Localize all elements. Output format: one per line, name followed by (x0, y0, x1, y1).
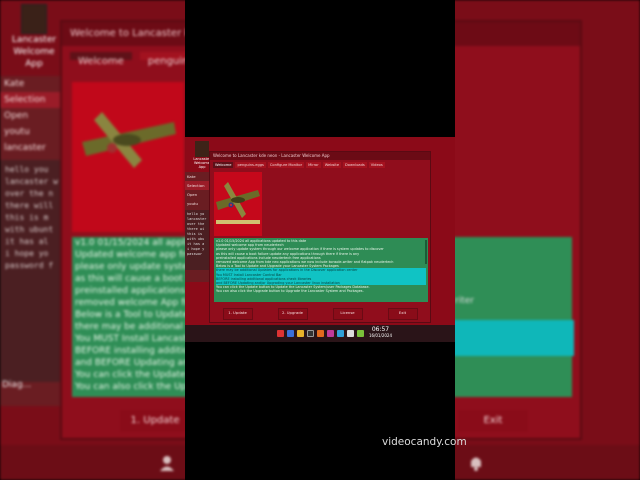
tab-mirror[interactable]: Mirror (306, 162, 321, 168)
user-icon (160, 456, 174, 471)
tab-configure-monitor[interactable]: Configure Monitor (267, 162, 305, 168)
bg-desktop-icon: Lancaster Welcome App (8, 0, 60, 78)
bg-terminal-line: hello you (5, 165, 49, 174)
app-icon[interactable] (326, 330, 334, 337)
app-launcher-icon (195, 141, 209, 157)
app-icon[interactable] (356, 330, 364, 337)
home-icon[interactable] (276, 330, 284, 337)
update-button[interactable]: 1. Update (222, 308, 253, 320)
bg-terminal-line: this is m (5, 213, 49, 222)
bg-fm-item: Selection (0, 92, 60, 108)
tab-penguins-eggs[interactable]: penguins-eggs (235, 162, 266, 168)
tab-videos[interactable]: Videos (368, 162, 385, 168)
bg-fm-item: Open (4, 111, 29, 121)
bg-terminal-line: there will (5, 201, 54, 210)
bg-exit-button: Exit (458, 410, 528, 432)
bg-update-button: 1. Update (120, 410, 190, 432)
clock-date: 16/01/2024 (368, 333, 392, 338)
bell-icon (471, 457, 481, 471)
bg-terminal-line: i hope yo (5, 249, 49, 258)
app-launcher-icon[interactable] (286, 330, 294, 337)
bg-fm-item: youtu (4, 127, 30, 137)
fm-item[interactable]: Selection (185, 181, 209, 190)
exit-button[interactable]: Exit (387, 308, 418, 320)
bg-side-label: Diag... (2, 380, 32, 390)
button-bar: 1. Update 2. Upgrade License Exit (210, 308, 430, 320)
fm-item[interactable]: Open (185, 190, 209, 199)
bg-right-label: riter (455, 296, 474, 306)
bg-plane-image (72, 82, 184, 232)
welcome-window: Welcome to Lancaster kde neon - Lancaste… (209, 151, 431, 323)
bg-terminal-line: lancaster w (5, 177, 58, 186)
tab-bar: Welcome penguins-eggs Configure Monitor Mir… (210, 160, 430, 170)
plane-artwork (216, 182, 260, 224)
clock-time: 06:57 (371, 326, 390, 333)
scrollbar[interactable] (425, 240, 427, 264)
fm-user: Kate (187, 174, 196, 179)
changelog-text: v1.0 01/15/2024 all applications updated… (214, 238, 428, 302)
screen-recording: Lancaster Welcome App Kate Selection Ope… (185, 0, 455, 480)
bg-fm-user: Kate (4, 79, 25, 89)
desktop: Lancaster Welcome App Kate Selection Ope… (185, 137, 455, 342)
taskbar (185, 325, 455, 342)
bg-terminal-line: password f (5, 261, 54, 270)
bg-terminal-line: over the n (5, 189, 54, 198)
bg-desktop-icon-label: Lancaster Welcome App (11, 35, 57, 69)
text-line: You can also click the Upgrade button to… (216, 289, 364, 294)
tab-downloads[interactable]: Downloads (343, 162, 367, 168)
app-icon[interactable] (336, 330, 344, 337)
tab-website[interactable]: Website (322, 162, 342, 168)
upgrade-button[interactable]: 2. Upgrade (277, 308, 308, 320)
fm-item[interactable]: youtu (185, 199, 209, 208)
window-title: Welcome to Lancaster kde neon - Lancaste… (210, 152, 430, 160)
tab-welcome[interactable]: Welcome (213, 162, 234, 168)
license-button[interactable]: License (332, 308, 363, 320)
bg-terminal-line: with ubunt (5, 225, 54, 234)
browser-icon[interactable] (316, 330, 324, 337)
folder-icon[interactable] (296, 330, 304, 337)
bg-tab: Welcome (70, 52, 132, 67)
clock[interactable]: 06:57 16/01/2024 (369, 326, 392, 338)
bg-terminal-line: it has al (5, 237, 49, 246)
bg-desktop-icon-image (21, 4, 47, 34)
app-icon[interactable] (346, 330, 354, 337)
plane-image (214, 172, 262, 236)
terminal-icon[interactable] (306, 330, 314, 337)
bg-terminal: hello you lancaster w over the n there will… (0, 160, 66, 382)
bg-fm-item: lancaster (4, 143, 46, 153)
watermark: videocandy.com (382, 436, 467, 448)
